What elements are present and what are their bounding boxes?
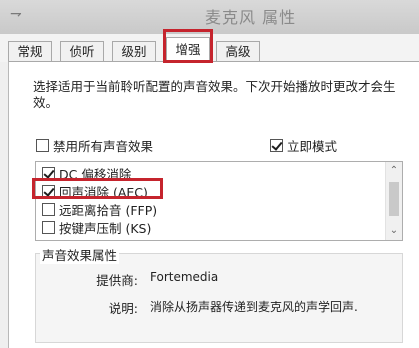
effects-list[interactable]: DC 偏移消除 回声消除 (AEC) 远距离拾音 (FFP) 按键声压制 (KS… <box>35 161 403 241</box>
tab-general[interactable]: 常规 <box>8 41 52 62</box>
window-title: 麦克风 属性 <box>205 8 297 27</box>
list-scrollbar[interactable]: ⌃ ⌄ <box>385 162 402 240</box>
tab-advanced[interactable]: 高级 <box>216 41 260 62</box>
list-item-label: 按键声压制 (KS) <box>59 220 152 236</box>
disable-all-effects-checkbox[interactable]: 禁用所有声音效果 <box>36 136 153 155</box>
effect-properties-title: 声音效果属性 <box>40 245 120 264</box>
checkbox-box <box>36 139 49 152</box>
scroll-thumb[interactable] <box>389 182 399 216</box>
description-text: 选择适用于当前聆听配置的声音效果。下次开始播放时更改才会生效。 <box>33 79 396 110</box>
chevron-up-icon[interactable]: ⌃ <box>386 162 402 179</box>
disable-all-effects-label: 禁用所有声音效果 <box>53 139 154 154</box>
tab-levels[interactable]: 级别 <box>112 41 156 62</box>
checkbox-box <box>270 139 283 152</box>
tab-listen[interactable]: 侦听 <box>60 41 104 62</box>
list-item-ks[interactable]: 按键声压制 (KS) <box>42 218 151 236</box>
list-item-label: 远距离拾音 (FFP) <box>59 202 158 218</box>
chevron-down-icon[interactable]: ⌄ <box>386 222 402 239</box>
provider-value: Fortemedia <box>150 270 219 284</box>
tab-highlight-box <box>163 29 213 63</box>
checkbox-box <box>42 202 55 216</box>
description-label: 说明: <box>108 301 138 316</box>
microphone-icon: ⇁ <box>10 6 22 22</box>
provider-label: 提供商: <box>96 273 138 288</box>
list-item-ffp[interactable]: 远距离拾音 (FFP) <box>42 200 157 218</box>
aec-highlight-box <box>32 178 163 199</box>
immediate-mode-checkbox[interactable]: 立即模式 <box>270 136 337 155</box>
immediate-mode-label: 立即模式 <box>287 139 338 154</box>
description-value: 消除从扬声器传递到麦克风的声学回声. <box>150 300 358 314</box>
checkbox-box <box>42 220 55 234</box>
